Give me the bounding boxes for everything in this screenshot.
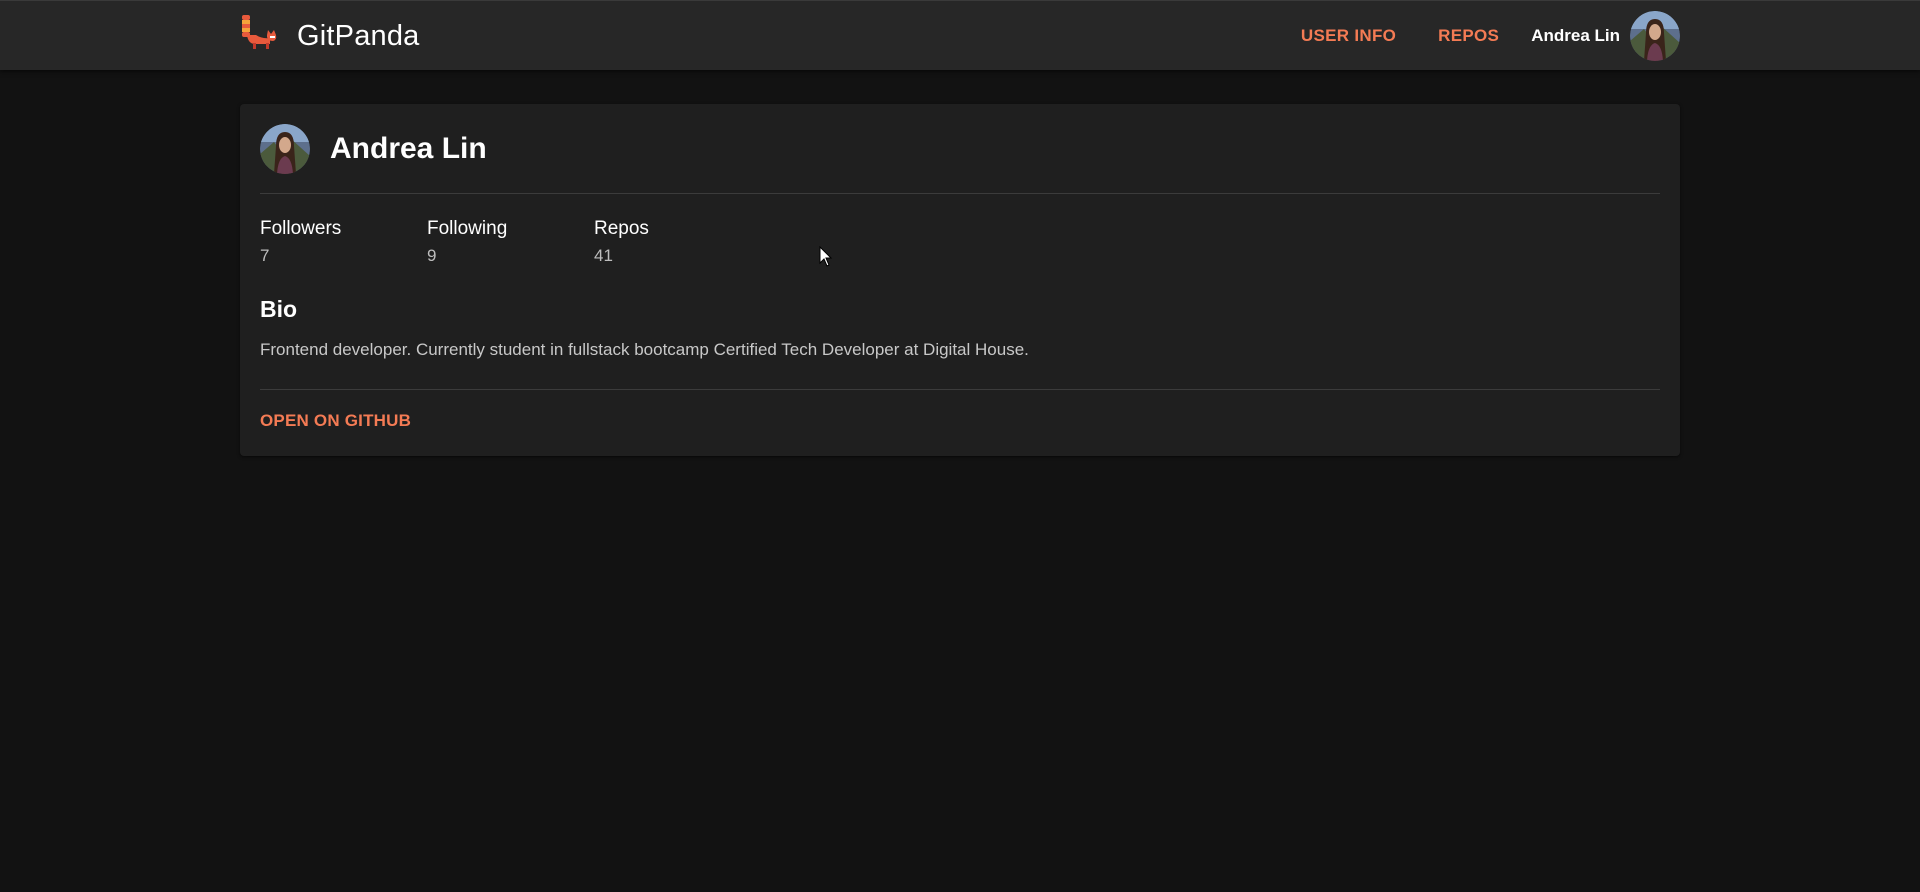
user-avatar[interactable] — [1630, 11, 1680, 61]
brand[interactable]: GitPanda — [240, 1, 420, 71]
profile-name: Andrea Lin — [330, 132, 487, 165]
divider — [260, 389, 1660, 390]
bio-heading: Bio — [260, 296, 298, 322]
user-menu[interactable]: Andrea Lin — [1531, 11, 1680, 61]
app-bar: GitPanda USER INFO REPOS Andrea Lin — [0, 0, 1920, 70]
profile-avatar — [260, 124, 310, 174]
red-panda-logo-icon — [242, 15, 277, 49]
card-header: Andrea Lin — [260, 124, 1660, 174]
stat-value: 7 — [260, 246, 270, 265]
stat-repos: Repos 41 — [594, 218, 761, 266]
stat-following: Following 9 — [427, 218, 594, 266]
user-profile-card: Andrea Lin Followers 7 Following 9 Repos… — [240, 104, 1680, 456]
nav-repos-button[interactable]: REPOS — [1418, 18, 1519, 54]
stat-label: Followers — [260, 218, 342, 239]
stat-label: Repos — [594, 218, 649, 239]
app-bar-content: GitPanda USER INFO REPOS Andrea Lin — [240, 1, 1680, 71]
nav-user-name: Andrea Lin — [1531, 26, 1620, 45]
brand-name: GitPanda — [297, 19, 420, 52]
stat-label: Following — [427, 218, 508, 239]
mouse-cursor-icon — [819, 246, 833, 267]
profile-stats: Followers 7 Following 9 Repos 41 — [260, 218, 761, 266]
stat-value: 9 — [427, 246, 437, 265]
nav-user-info-button[interactable]: USER INFO — [1281, 18, 1416, 54]
divider — [260, 193, 1660, 194]
bio-text: Frontend developer. Currently student in… — [260, 340, 1029, 359]
open-on-github-button[interactable]: OPEN ON GITHUB — [260, 411, 411, 431]
stat-followers: Followers 7 — [260, 218, 427, 266]
stat-value: 41 — [594, 246, 613, 265]
